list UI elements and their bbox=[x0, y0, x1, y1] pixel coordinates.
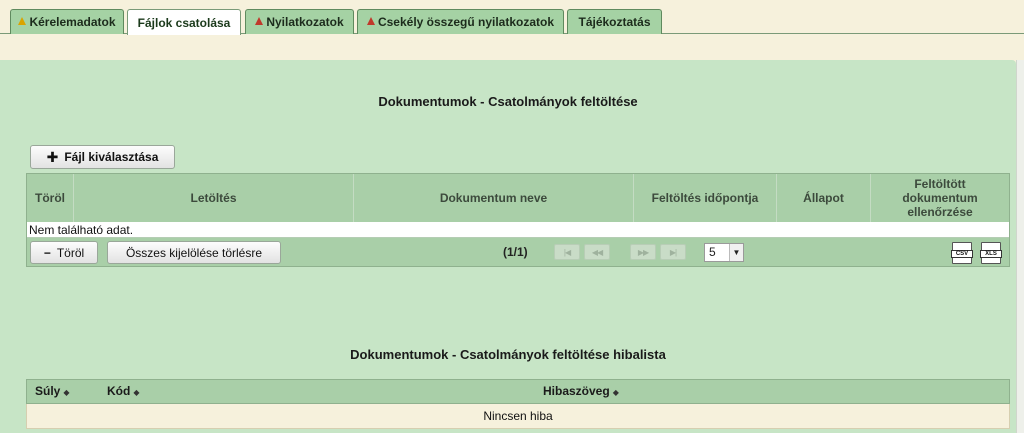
column-label: Kód bbox=[107, 384, 131, 398]
scrollbar[interactable] bbox=[1016, 60, 1024, 433]
column-header-letoltes: Letöltés bbox=[74, 174, 354, 222]
tab-label: Csekély összegű nyilatkozatok bbox=[377, 15, 555, 29]
sort-icon: ◆ bbox=[612, 388, 619, 397]
errors-section-title: Dokumentumok - Csatolmányok feltöltése h… bbox=[350, 347, 666, 362]
tab-fajlok-csatolasa[interactable]: Fájlok csatolása bbox=[127, 9, 241, 35]
upload-section-title: Dokumentumok - Csatolmányok feltöltése bbox=[378, 94, 638, 109]
xls-export-icon[interactable]: XLS bbox=[980, 242, 1002, 264]
csv-export-icon[interactable]: CSV bbox=[951, 242, 973, 264]
first-page-icon[interactable]: |◀ bbox=[554, 244, 580, 260]
next-page-icon[interactable]: ▶▶ bbox=[630, 244, 656, 260]
column-header-ellenorzes: Feltöltött dokumentum ellenőrzése bbox=[902, 177, 978, 219]
tab-label: Tájékoztatás bbox=[578, 15, 651, 29]
last-page-icon[interactable]: ▶| bbox=[660, 244, 686, 260]
warning-icon bbox=[366, 17, 375, 25]
csv-label: CSV bbox=[951, 250, 973, 258]
warning-icon bbox=[18, 17, 27, 25]
prev-page-icon[interactable]: ◀◀ bbox=[584, 244, 610, 260]
empty-message: Nem található adat. bbox=[27, 222, 1009, 238]
column-header-feltoltes-idopontja: Feltöltés időpontja bbox=[634, 174, 777, 222]
errors-empty-row: Nincsen hiba bbox=[26, 404, 1010, 429]
tab-label: Nyilatkozatok bbox=[266, 15, 344, 29]
plus-icon: ✚ bbox=[46, 149, 59, 165]
tab-label: Fájlok csatolása bbox=[137, 15, 231, 30]
errors-table-header: Súly ◆ Kód ◆ Hibaszöveg ◆ bbox=[26, 379, 1010, 404]
column-header-suly[interactable]: Súly ◆ bbox=[35, 380, 70, 403]
paginator: − Töröl Összes kijelölése törlésre (1/1)… bbox=[27, 238, 1009, 266]
column-header-kod[interactable]: Kód ◆ bbox=[107, 380, 139, 403]
upload-table: Töröl Letöltés Dokumentum neve Feltöltés… bbox=[26, 173, 1010, 267]
tab-tajekoztatas[interactable]: Tájékoztatás bbox=[567, 9, 662, 34]
rows-per-page-select[interactable]: 5 ▼ bbox=[704, 243, 744, 262]
tab-kerelemadatok[interactable]: Kérelemadatok bbox=[10, 9, 124, 34]
xls-label: XLS bbox=[980, 250, 1002, 258]
column-header-dokumentum-neve: Dokumentum neve bbox=[354, 174, 634, 222]
tab-nyilatkozatok[interactable]: Nyilatkozatok bbox=[245, 9, 354, 34]
clear-selection-button[interactable]: Összes kijelölése törlésre bbox=[107, 241, 281, 264]
sort-icon: ◆ bbox=[63, 388, 70, 397]
tab-label: Kérelemadatok bbox=[29, 15, 116, 29]
choose-file-button[interactable]: ✚ Fájl kiválasztása bbox=[30, 145, 175, 169]
delete-label: Töröl bbox=[56, 245, 85, 260]
rows-per-page-value: 5 bbox=[709, 245, 716, 259]
choose-file-label: Fájl kiválasztása bbox=[64, 150, 159, 164]
page-info: (1/1) bbox=[503, 245, 528, 259]
tab-csekely-osszegu[interactable]: Csekély összegű nyilatkozatok bbox=[357, 9, 564, 34]
column-header-torol: Töröl bbox=[27, 174, 74, 222]
column-header-allapot: Állapot bbox=[777, 174, 871, 222]
tab-bar: Kérelemadatok Fájlok csatolása Nyilatkoz… bbox=[0, 0, 1024, 35]
table-header: Töröl Letöltés Dokumentum neve Feltöltés… bbox=[27, 174, 1009, 222]
chevron-down-icon: ▼ bbox=[729, 244, 743, 261]
column-label: Hibaszöveg bbox=[543, 384, 610, 398]
warning-icon bbox=[255, 17, 264, 25]
column-label: Súly bbox=[35, 384, 61, 398]
delete-button[interactable]: − Töröl bbox=[30, 241, 98, 264]
column-header-hibaszoveg[interactable]: Hibaszöveg ◆ bbox=[543, 380, 619, 403]
minus-icon: − bbox=[43, 245, 51, 260]
sort-icon: ◆ bbox=[133, 388, 140, 397]
